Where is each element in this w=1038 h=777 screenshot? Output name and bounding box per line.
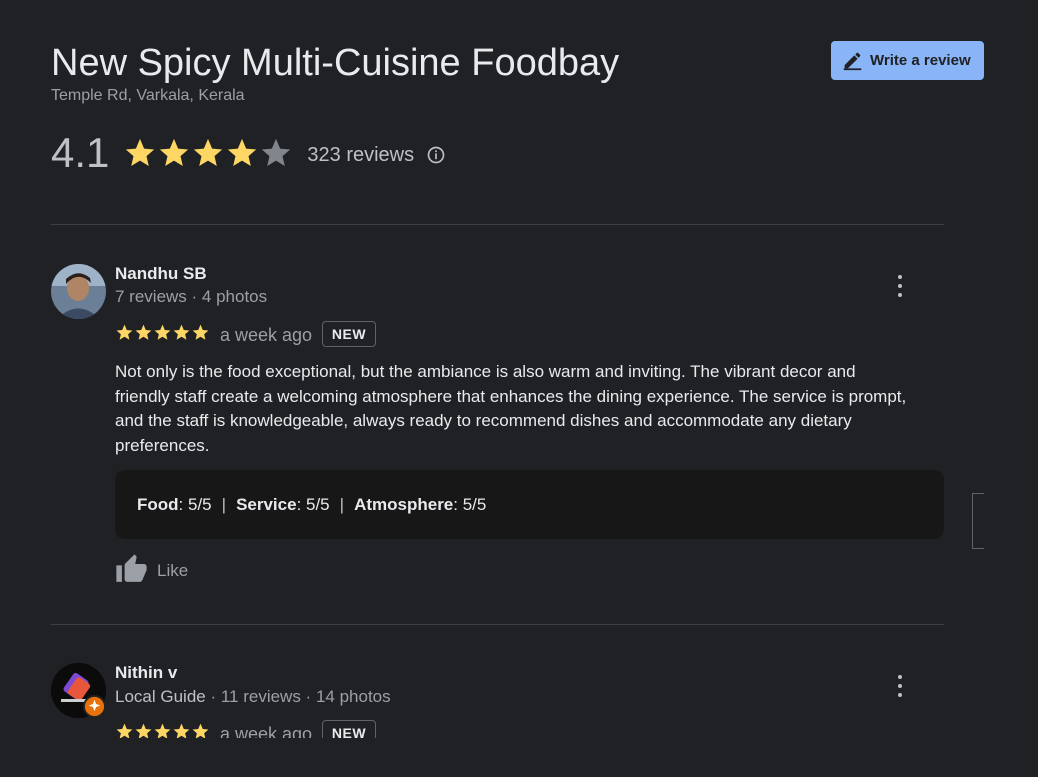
dot [898, 284, 902, 288]
new-badge: NEW [322, 720, 376, 738]
local-guide-label: Local Guide [115, 687, 206, 706]
reviewer-meta: 7 reviews · 4 photos [115, 287, 268, 306]
average-rating: 4.1 [51, 129, 110, 176]
score-label-atmosphere: Atmosphere [354, 494, 454, 514]
avatar[interactable] [51, 264, 106, 319]
dot [898, 293, 902, 297]
dot [898, 693, 902, 697]
like-label: Like [157, 561, 189, 580]
star-full-icon [154, 723, 171, 738]
score-separator: | [221, 494, 227, 514]
score-label-service: Service [236, 494, 297, 514]
reviewer-photo [51, 264, 106, 319]
divider [51, 624, 944, 625]
scrollbar-handle[interactable] [972, 493, 984, 549]
star-full-icon [160, 138, 189, 167]
reviews-count: 323 reviews [307, 143, 415, 166]
average-stars [123, 136, 293, 170]
rating-summary: 4.1 323 reviews [51, 128, 446, 178]
dot [898, 675, 902, 679]
new-badge: NEW [322, 321, 376, 347]
star-full-icon [135, 723, 152, 738]
reviews-scroll-area: New Spicy Multi-Cuisine Foodbay Temple R… [0, 0, 1038, 738]
local-guide-badge-icon [83, 695, 106, 718]
reviews-panel: New Spicy Multi-Cuisine Foodbay Temple R… [0, 0, 1038, 777]
score-value-food: : 5/5 [178, 494, 212, 514]
more-options-button[interactable] [895, 275, 905, 297]
reviewer-stats: · 11 reviews · 14 photos [205, 687, 391, 706]
info-icon[interactable] [426, 145, 446, 165]
write-review-button[interactable]: Write a review [831, 41, 984, 80]
pencil-icon [843, 52, 862, 71]
star-full-icon [126, 138, 155, 167]
reviewer-name[interactable]: Nandhu SB [115, 264, 207, 284]
more-options-button[interactable] [895, 675, 905, 697]
star-full-icon [173, 723, 190, 738]
place-title: New Spicy Multi-Cuisine Foodbay [51, 42, 620, 84]
write-review-label: Write a review [870, 52, 971, 69]
star-full-icon [192, 324, 209, 340]
review-text: Not only is the food exceptional, but th… [115, 362, 907, 456]
divider [51, 224, 944, 225]
star-full-icon [192, 723, 209, 738]
review-stars [115, 323, 210, 342]
review-time: a week ago [220, 724, 313, 738]
star-full-icon [194, 138, 223, 167]
reviewer-meta: Local Guide · 11 reviews · 14 photos [115, 687, 391, 707]
dot [898, 684, 902, 688]
star-full-icon [154, 324, 171, 340]
review-scores: Food: 5/5 | Service: 5/5 | Atmosphere: 5… [115, 470, 944, 539]
dot [898, 275, 902, 279]
place-address: Temple Rd, Varkala, Kerala [51, 87, 245, 104]
star-full-icon [116, 324, 133, 340]
star-empty-icon [262, 138, 291, 167]
reviewer-name[interactable]: Nithin v [115, 663, 177, 683]
star-full-icon [228, 138, 257, 167]
score-separator: | [339, 494, 345, 514]
star-full-icon [173, 324, 190, 340]
score-value-service: : 5/5 [296, 494, 330, 514]
score-value-atmosphere: : 5/5 [453, 494, 487, 514]
star-full-icon [116, 723, 133, 738]
review-time: a week ago [220, 325, 313, 345]
like-button[interactable]: Like [115, 553, 188, 586]
star-full-icon [135, 324, 152, 340]
thumbs-up-icon [116, 554, 147, 582]
review-stars [115, 722, 210, 738]
score-label-food: Food [137, 494, 179, 514]
